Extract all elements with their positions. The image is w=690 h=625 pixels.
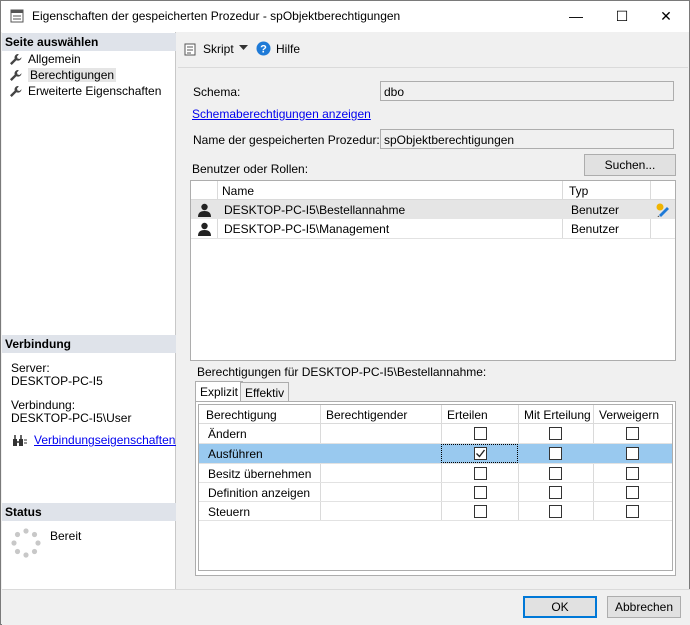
permissions-for-label: Berechtigungen für DESKTOP-PC-I5\Bestell… [197, 365, 487, 379]
title-bar: Eigenschaften der gespeicherten Prozedur… [1, 1, 689, 32]
wrench-icon [10, 86, 22, 97]
wrench-icon [10, 54, 22, 65]
select-page-header: Seite auswählen [2, 33, 176, 51]
tab-explizit[interactable]: Explizit [195, 381, 244, 402]
view-connection-properties-link[interactable]: Verbindungseigenschaften anzeigen [34, 433, 176, 447]
left-pane: Seite auswählen Allgemein Berechtigungen… [2, 32, 176, 589]
nav-item-label: Berechtigungen [28, 68, 117, 82]
dialog-footer: OK Abbrechen [2, 589, 690, 625]
row-divider [191, 238, 675, 239]
table-row[interactable]: DESKTOP-PC-I5\Bestellannahme Benutzer [191, 200, 675, 219]
wrench-icon [10, 70, 22, 81]
connection-properties-icon [13, 435, 27, 446]
table-row[interactable]: DESKTOP-PC-I5\Management Benutzer [191, 219, 675, 238]
script-icon [184, 43, 196, 56]
server-label: Server: [11, 361, 50, 375]
minimize-button[interactable]: — [553, 1, 599, 32]
properties-window-icon [10, 9, 24, 23]
permission-name: Definition anzeigen [208, 486, 311, 500]
deny-column-header[interactable]: Verweigern [599, 408, 659, 422]
permission-name: Steuern [208, 505, 251, 519]
nav-item-erweiterte-eigenschaften[interactable]: Erweiterte Eigenschaften [9, 84, 161, 100]
with-grant-checkbox[interactable] [549, 467, 562, 480]
grant-checkbox[interactable] [474, 505, 487, 518]
server-value: DESKTOP-PC-I5 [11, 374, 103, 388]
explicit-tab-panel: Berechtigung Berechtigender Erteilen Mit… [195, 401, 676, 576]
connection-header: Verbindung [2, 335, 176, 353]
edit-user-icon[interactable] [655, 202, 671, 217]
grant-checkbox[interactable] [474, 467, 487, 480]
nav-item-berechtigungen[interactable]: Berechtigungen [9, 68, 117, 84]
type-column-header[interactable]: Typ [569, 184, 588, 198]
right-pane: Skript ? Hilfe Schema: dbo Schemaberecht… [177, 32, 689, 589]
table-row[interactable]: Besitz übernehmen [199, 464, 672, 483]
help-icon: ? [256, 41, 271, 56]
grantor-column-header[interactable]: Berechtigender [326, 408, 407, 422]
chevron-down-icon[interactable] [239, 45, 248, 51]
principals-grid: Name Typ DESKTOP-PC-I5\Bestellannahme Be… [190, 180, 676, 361]
toolbar-divider [178, 67, 688, 68]
grant-checkbox[interactable] [474, 486, 487, 499]
user-type: Benutzer [571, 203, 620, 217]
status-header: Status [2, 503, 176, 521]
deny-checkbox[interactable] [626, 486, 639, 499]
svg-text:?: ? [260, 44, 267, 56]
row-divider [199, 520, 672, 521]
schema-permissions-link[interactable]: Schemaberechtigungen anzeigen [192, 107, 371, 121]
with-grant-checkbox[interactable] [549, 447, 562, 460]
grant-checkbox[interactable] [474, 447, 487, 460]
procedure-name-label: Name der gespeicherten Prozedur: [193, 133, 380, 147]
users-roles-label: Benutzer oder Rollen: [192, 162, 309, 176]
permission-name: Besitz übernehmen [208, 467, 312, 481]
table-row[interactable]: Definition anzeigen [199, 483, 672, 502]
deny-checkbox[interactable] [626, 505, 639, 518]
cancel-button[interactable]: Abbrechen [607, 596, 681, 618]
deny-checkbox[interactable] [626, 427, 639, 440]
with-grant-checkbox[interactable] [549, 427, 562, 440]
schema-label: Schema: [193, 85, 241, 99]
close-button[interactable]: ✕ [643, 1, 689, 32]
user-name: DESKTOP-PC-I5\Bestellannahme [224, 203, 406, 217]
nav-item-label: Allgemein [28, 52, 81, 66]
checkmark-icon [476, 449, 486, 458]
permission-name: Ändern [208, 427, 247, 441]
with-grant-checkbox[interactable] [549, 486, 562, 499]
table-row[interactable]: Ändern [199, 424, 672, 443]
user-icon [198, 203, 211, 217]
name-column-header[interactable]: Name [222, 184, 254, 198]
nav-item-label: Erweiterte Eigenschaften [28, 84, 162, 98]
deny-checkbox[interactable] [626, 447, 639, 460]
maximize-button[interactable]: ☐ [599, 1, 645, 32]
progress-spinner-icon [11, 528, 41, 558]
table-row[interactable]: Ausführen [199, 444, 672, 463]
schema-field[interactable]: dbo [380, 81, 674, 101]
ok-button[interactable]: OK [523, 596, 597, 618]
connection-label: Verbindung: [11, 398, 76, 412]
dialog-window: Eigenschaften der gespeicherten Prozedur… [0, 0, 690, 625]
status-value: Bereit [50, 529, 82, 543]
toolbar: Skript ? Hilfe [177, 32, 689, 66]
procedure-name-field[interactable]: spObjektberechtigungen [380, 129, 674, 149]
user-type: Benutzer [571, 222, 620, 236]
grant-column-header[interactable]: Erteilen [447, 408, 488, 422]
connection-value: DESKTOP-PC-I5\User [11, 411, 132, 425]
permission-name: Ausführen [208, 447, 263, 461]
deny-checkbox[interactable] [626, 467, 639, 480]
script-label: Skript [203, 42, 234, 56]
user-name: DESKTOP-PC-I5\Management [224, 222, 390, 236]
search-button[interactable]: Suchen... [584, 154, 676, 176]
permissions-grid: Berechtigung Berechtigender Erteilen Mit… [198, 404, 673, 571]
window-title: Eigenschaften der gespeicherten Prozedur… [32, 9, 401, 23]
help-label: Hilfe [276, 42, 301, 56]
permission-column-header[interactable]: Berechtigung [206, 408, 277, 422]
table-row[interactable]: Steuern [199, 502, 672, 521]
nav-item-allgemein[interactable]: Allgemein [9, 52, 81, 68]
with-grant-column-header[interactable]: Mit Erteilung [524, 408, 591, 422]
tab-effektiv[interactable]: Effektiv [240, 382, 290, 402]
grant-checkbox[interactable] [474, 427, 487, 440]
user-icon [198, 222, 211, 236]
with-grant-checkbox[interactable] [549, 505, 562, 518]
